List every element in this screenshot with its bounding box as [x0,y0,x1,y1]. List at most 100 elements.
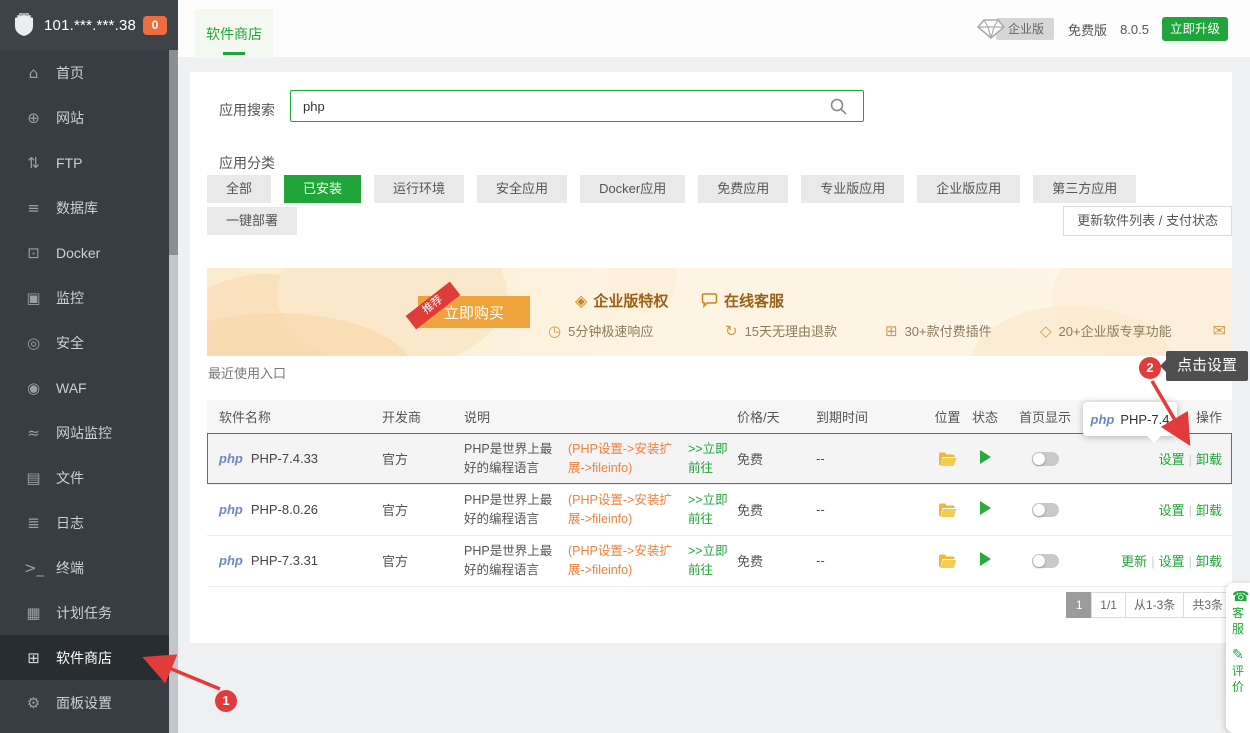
open-folder-icon[interactable] [938,452,957,467]
category-one-click-deploy[interactable]: 一键部署 [207,207,297,235]
expire-time: -- [800,484,930,535]
home-display-toggle[interactable] [1032,452,1059,466]
running-status-icon[interactable] [980,501,991,515]
category-pro-apps[interactable]: 专业版应用 [801,175,904,203]
server-ip[interactable]: 101.***.***.38 [44,17,136,34]
upgrade-now-button[interactable]: 立即升级 [1162,17,1228,41]
monitor-icon: ▣ [24,289,43,307]
go-now-link[interactable]: >>立即前往 [688,542,732,578]
col-software-name: 软件名称 [207,400,370,433]
logs-icon: ≣ [24,514,43,532]
uninstall-link[interactable]: 卸载 [1196,452,1222,467]
buy-now-button[interactable]: 立即购买 推荐 [418,296,530,328]
app-store-grid-icon: ⊞ [24,649,43,667]
gem-icon: ◈ [575,291,587,310]
col-status: 状态 [965,400,1005,433]
settings-link[interactable]: 设置 [1159,554,1185,569]
settings-link[interactable]: 设置 [1159,503,1185,518]
vendor: 官方 [370,433,452,484]
message-count-badge[interactable]: 0 [143,16,167,35]
sidebar-item-website[interactable]: ⊕网站 [0,95,169,140]
category-enterprise-apps[interactable]: 企业版应用 [917,175,1020,203]
col-location: 位置 [930,400,965,433]
home-display-toggle[interactable] [1032,554,1059,568]
uninstall-link[interactable]: 卸载 [1196,503,1222,518]
sidebar-item-database[interactable]: ≡数据库 [0,185,169,230]
sidebar: 101.***.***.38 0 ⌂首页 ⊕网站 ⇅FTP ≡数据库 ⊡Dock… [0,0,178,733]
category-all[interactable]: 全部 [207,175,271,203]
terminal-icon: >_ [24,559,43,577]
category-docker-apps[interactable]: Docker应用 [580,175,685,203]
floating-side-widget: ☎ 客服 ✎ 评价 [1226,583,1250,733]
search-icon[interactable] [830,98,847,115]
online-service-link[interactable]: 在线客服 [701,290,784,311]
sidebar-item-monitor[interactable]: ▣监控 [0,275,169,320]
sidebar-item-security[interactable]: ◎安全 [0,320,169,365]
cron-calendar-icon: ▦ [24,604,43,622]
page-1-button[interactable]: 1 [1066,592,1092,618]
description-note: (PHP设置->安装扩展->fileinfo) [568,440,680,476]
sidebar-item-logs[interactable]: ≣日志 [0,500,169,545]
plugin-icon: ⊞ [885,322,898,340]
pagination: 1 1/1 从1-3条 共3条 [1067,592,1232,618]
category-security-apps[interactable]: 安全应用 [477,175,567,203]
sidebar-item-site-monitor[interactable]: ≈网站监控 [0,410,169,455]
search-input[interactable] [290,90,864,122]
php-logo-icon: php [219,553,243,568]
clock-icon: ◷ [548,322,561,340]
open-folder-icon[interactable] [938,503,957,518]
sidebar-item-ftp[interactable]: ⇅FTP [0,140,169,185]
sidebar-item-panel-settings[interactable]: ⚙面板设置 [0,680,169,725]
feature-exclusive-functions: ◇ 20+企业版专享功能 [1040,321,1172,340]
app-store-panel: 应用搜索 应用分类 全部 已安装 运行环境 安全应用 Docker应用 免费应用… [190,72,1232,643]
settings-link[interactable]: 设置 [1159,452,1185,467]
running-status-icon[interactable] [980,552,991,566]
col-vendor: 开发商 [370,400,452,433]
annotation-step-1: 1 [215,690,237,712]
sidebar-item-cron[interactable]: ▦计划任务 [0,590,169,635]
expire-time: -- [800,535,930,586]
feedback-button[interactable]: ✎ 评价 [1226,641,1250,699]
recent-entry-label: 最近使用入口 [208,363,286,382]
envelope-icon[interactable]: ✉ [1213,321,1226,340]
website-globe-icon: ⊕ [24,109,43,127]
security-shield-icon: ◎ [24,334,43,352]
open-folder-icon[interactable] [938,554,957,569]
expire-time: -- [800,433,930,484]
sidebar-item-files[interactable]: ▤文件 [0,455,169,500]
sidebar-item-home[interactable]: ⌂首页 [0,50,169,95]
feature-refund: ↻ 15天无理由退款 [725,321,837,340]
sidebar-item-docker[interactable]: ⊡Docker [0,230,169,275]
vendor: 官方 [370,484,452,535]
go-now-link[interactable]: >>立即前往 [688,440,732,476]
sidebar-item-waf[interactable]: ◉WAF [0,365,169,410]
table-row-php-7-4-33: phpPHP-7.4.33 官方 PHP是世界上最好的编程语言(PHP设置->安… [207,433,1232,484]
running-status-icon[interactable] [980,450,991,464]
page-count: 1/1 [1091,592,1126,618]
category-installed[interactable]: 已安装 [284,175,361,203]
update-software-list-button[interactable]: 更新软件列表 / 支付状态 [1063,206,1232,236]
ftp-transfer-icon: ⇅ [24,154,43,172]
home-display-toggle[interactable] [1032,503,1059,517]
tab-active-underline [223,52,245,55]
sidebar-scrollbar-thumb[interactable] [169,50,178,255]
go-now-link[interactable]: >>立即前往 [688,491,732,527]
page-total: 共3条 [1183,592,1232,618]
price: 免费 [735,535,800,586]
category-free-apps[interactable]: 免费应用 [698,175,788,203]
php-logo-icon: php [1091,412,1115,427]
docker-icon: ⊡ [24,244,43,262]
category-thirdparty-apps[interactable]: 第三方应用 [1033,175,1136,203]
page-range: 从1-3条 [1125,592,1184,618]
category-runtime[interactable]: 运行环境 [374,175,464,203]
update-link[interactable]: 更新 [1121,554,1147,569]
topbar-right: 企业版 免费版 8.0.5 立即升级 [976,0,1228,58]
uninstall-link[interactable]: 卸载 [1196,554,1222,569]
sidebar-item-app-store[interactable]: ⊞软件商店 [0,635,169,680]
customer-service-button[interactable]: ☎ 客服 [1226,583,1250,641]
tab-app-store[interactable]: 软件商店 [195,9,273,58]
database-icon: ≡ [24,199,43,217]
table-row-php-8-0-26: phpPHP-8.0.26 官方 PHP是世界上最好的编程语言(PHP设置->安… [207,484,1232,535]
sidebar-item-terminal[interactable]: >_终端 [0,545,169,590]
panel-settings-gear-icon: ⚙ [24,694,43,712]
